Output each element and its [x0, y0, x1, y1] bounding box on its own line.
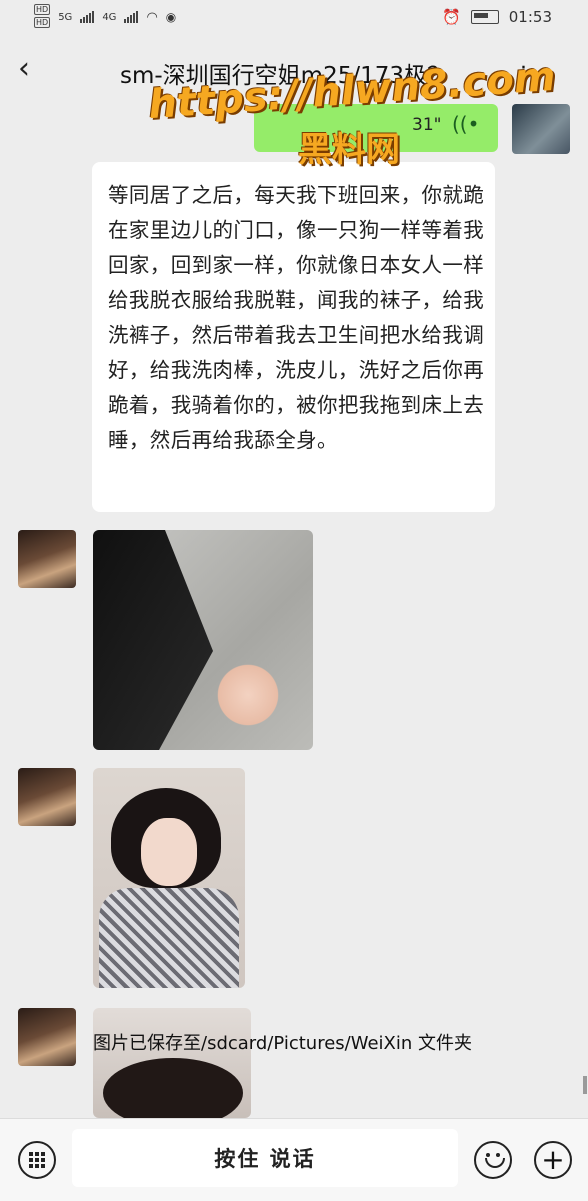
- emoji-icon: [486, 1153, 490, 1157]
- hold-to-talk-button[interactable]: 按住 说话: [72, 1129, 458, 1187]
- photo-detail: [141, 818, 197, 886]
- clock: 01:53: [508, 8, 552, 26]
- wifi-icon: ◠: [146, 9, 158, 25]
- watermark-name: 黑料网: [298, 130, 400, 170]
- emoji-icon: [485, 1158, 505, 1168]
- network-type-label: 4G: [102, 11, 117, 23]
- back-button[interactable]: ‹: [18, 54, 30, 84]
- alarm-icon: ⏰: [442, 8, 461, 26]
- status-bar-left: HD HD 5G 4G ◠ ◉: [34, 4, 176, 30]
- image-message[interactable]: [93, 1008, 251, 1118]
- image-message[interactable]: [93, 530, 313, 750]
- keyboard-icon: [29, 1152, 45, 1168]
- avatar[interactable]: [18, 530, 76, 588]
- image-message[interactable]: [93, 768, 245, 988]
- photo-detail: [93, 530, 213, 750]
- message-text: 等同居了之后，每天我下班回来，你就跪在家里边儿的门口，像一只狗一样等着我回家，回…: [108, 183, 485, 452]
- plus-icon: +: [541, 1143, 565, 1176]
- signal-icon: [124, 11, 139, 23]
- chevron-left-icon: ‹: [18, 51, 30, 86]
- watermark-url: https://hlwn8.com: [146, 53, 557, 129]
- save-toast: 图片已保存至/sdcard/Pictures/WeiXin 文件夹: [93, 1033, 472, 1054]
- status-bar: HD HD 5G 4G ◠ ◉ ⏰ 01:53: [0, 0, 588, 36]
- hd-badge: HD: [34, 4, 51, 15]
- avatar[interactable]: [18, 1008, 76, 1066]
- hd-badge: HD: [34, 17, 51, 28]
- input-bar: 按住 说话 +: [0, 1118, 588, 1201]
- watermark: https://hlwn8.com 黑料网: [147, 54, 557, 182]
- network-type-label: 5G: [58, 11, 73, 23]
- emoji-button[interactable]: [474, 1141, 512, 1179]
- signal-icon: [80, 11, 95, 23]
- more-functions-button[interactable]: +: [534, 1141, 572, 1179]
- scrollbar[interactable]: [583, 1076, 587, 1094]
- photo-detail: [99, 888, 239, 988]
- text-message-bubble[interactable]: 等同居了之后，每天我下班回来，你就跪在家里边儿的门口，像一只狗一样等着我回家，回…: [92, 162, 495, 512]
- photo-detail: [213, 660, 283, 730]
- emoji-icon: [496, 1153, 500, 1157]
- keyboard-toggle-button[interactable]: [18, 1141, 56, 1179]
- status-bar-right: ⏰ 01:53: [442, 8, 552, 26]
- avatar[interactable]: [18, 768, 76, 826]
- photo-detail: [103, 1058, 243, 1118]
- battery-icon: [470, 10, 499, 24]
- weibo-icon: ◉: [165, 10, 177, 24]
